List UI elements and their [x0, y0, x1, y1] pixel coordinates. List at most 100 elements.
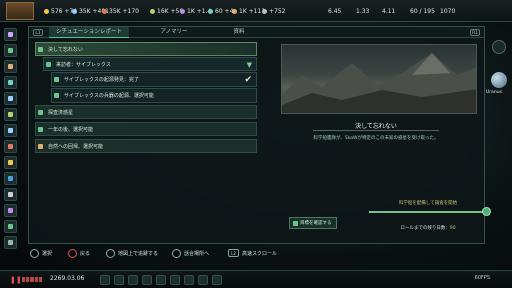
hint-back[interactable]: 戻る [68, 249, 90, 259]
progress-end-icon [482, 207, 491, 216]
planet-icon [38, 110, 43, 115]
unity-icon [232, 8, 237, 14]
edicts-icon [8, 208, 13, 213]
situation-log-icon [8, 32, 13, 37]
left-sidebar [0, 24, 20, 264]
food-icon [102, 8, 107, 14]
list-item-return-to-nature[interactable]: 自然への回帰、選択可能 [35, 139, 257, 153]
detail-panel: 決して忘れない 科学船艦隊が、SkaWが特定のこの未知の惑星を受け取った。 科学… [273, 42, 491, 239]
tab-archive[interactable]: 資料 [219, 27, 259, 38]
government-icon [8, 64, 13, 69]
sidebar-fleets-button[interactable] [4, 108, 17, 121]
event-title: 決して忘れない [355, 123, 397, 130]
technology-icon [8, 128, 13, 133]
minerals-icon [72, 8, 77, 14]
checkmark-icon: ✔ [244, 75, 252, 85]
species-icon [8, 96, 13, 101]
triangle-button-icon [172, 249, 181, 258]
empire-flag-icon[interactable] [6, 2, 34, 20]
research-icon [262, 8, 267, 14]
menu-icon [8, 240, 13, 245]
resource-influence: 60 +4 [208, 3, 233, 19]
event-alert-icon[interactable] [212, 275, 222, 285]
empire-icon [8, 48, 13, 53]
view-target-button[interactable]: 目標を確認する [289, 217, 337, 229]
pause-icon[interactable]: ❚❚ [10, 276, 22, 284]
tab-prev-key[interactable]: L1 [33, 29, 43, 36]
hint-goto-location[interactable]: 話合場所へ [172, 249, 209, 259]
trade-alert-icon[interactable] [184, 275, 194, 285]
energy-icon [44, 8, 49, 14]
list-item-never-forget[interactable]: 決して忘れない [35, 42, 257, 56]
days-remaining-value: 90 [449, 226, 456, 231]
influence-icon [208, 8, 213, 14]
resource-fleet-capacity: 60 / 195 [410, 7, 435, 15]
sidebar-outliner-button[interactable] [4, 220, 17, 233]
traditions-icon [8, 144, 13, 149]
alloys-icon [180, 8, 185, 14]
sidebar-technology-button[interactable] [4, 124, 17, 137]
tab-situation-report[interactable]: シチュエーションレポート [49, 27, 129, 38]
diplomacy-alert-icon[interactable] [170, 275, 180, 285]
research-alert-icon[interactable] [128, 275, 138, 285]
tab-bar: L1 シチュエーションレポート アノマリー 資料 R1 [29, 27, 484, 38]
planet-uranus-icon[interactable] [491, 72, 507, 88]
circle-button-icon [68, 249, 77, 258]
resource-food: 35K +170 [102, 3, 139, 19]
fleets-icon [8, 112, 13, 117]
sidebar-planets-button[interactable] [4, 76, 17, 89]
construction-alert-icon[interactable] [142, 275, 152, 285]
list-item-cybrex-origin-complete[interactable]: サイブレックスの起源発見：完了 ✔ [51, 72, 257, 87]
hint-select[interactable]: 選択 [30, 249, 52, 259]
list-item-cybrex-weapon-origin[interactable]: サイブレックスの兵器の起源、選択可能 [51, 88, 257, 103]
progress-fill [369, 211, 483, 213]
sidebar-species-button[interactable] [4, 92, 17, 105]
days-remaining: ロールまでの残り日数：90 [373, 225, 483, 231]
resource-stat-1: 6.45 [328, 7, 342, 15]
fps-counter: 60FPS [474, 275, 490, 281]
tab-anomaly[interactable]: アノマリー [139, 27, 209, 38]
square-button-icon [106, 249, 115, 258]
rocky-landscape-image [282, 53, 476, 113]
contacts-icon [8, 176, 13, 181]
clock-icon [38, 127, 43, 132]
right-panel-toggle-button[interactable] [492, 40, 506, 54]
situation-icon [46, 62, 51, 67]
resource-stat-3: 4.11 [382, 7, 396, 15]
pop-alert-icon[interactable] [198, 275, 208, 285]
target-icon [293, 221, 298, 226]
controller-hints: 選択 戻る 地図上で追跡する 話合場所へ L2 高速スクロール [0, 246, 512, 262]
event-description: 科学船艦隊が、SkaWが特定のこの未知の惑星を受け取った。 [313, 136, 439, 141]
title-divider [313, 130, 439, 131]
sidebar-government-button[interactable] [4, 60, 17, 73]
resource-naval: 1070 [440, 7, 456, 15]
list-item-visitor-cybrex[interactable]: 来訪者：サイブレックス ▼ [43, 57, 257, 71]
hint-fast-scroll[interactable]: L2 高速スクロール [228, 249, 277, 259]
sidebar-edicts-button[interactable] [4, 204, 17, 217]
sidebar-traditions-button[interactable] [4, 140, 17, 153]
days-remaining-label: ロールまでの残り日数： [400, 226, 450, 231]
market-icon [8, 192, 13, 197]
list-item-after-one-year[interactable]: 一年の後、選択可能 [35, 122, 257, 136]
tab-next-key[interactable]: R1 [470, 29, 480, 36]
game-speed-indicator[interactable] [22, 277, 43, 282]
flag-icon [38, 47, 43, 52]
chevron-down-icon: ▼ [246, 61, 252, 69]
alert-icon[interactable] [100, 275, 110, 285]
event-illustration [281, 44, 477, 114]
policies-icon [8, 160, 13, 165]
planets-icon [8, 80, 13, 85]
planet-label: Uranus [486, 90, 502, 95]
sidebar-situation-log-button[interactable] [4, 28, 17, 41]
sidebar-contacts-button[interactable] [4, 172, 17, 185]
list-item-explored-planet[interactable]: 探査済惑星 [35, 105, 257, 119]
outliner-icon [8, 224, 13, 229]
consumer-goods-icon [150, 8, 155, 14]
fleet-alert-icon[interactable] [114, 275, 124, 285]
research-icon [54, 93, 59, 98]
hint-track-on-map[interactable]: 地図上で追跡する [106, 249, 158, 259]
planet-alert-icon[interactable] [156, 275, 166, 285]
sidebar-market-button[interactable] [4, 188, 17, 201]
sidebar-empire-button[interactable] [4, 44, 17, 57]
sidebar-policies-button[interactable] [4, 156, 17, 169]
